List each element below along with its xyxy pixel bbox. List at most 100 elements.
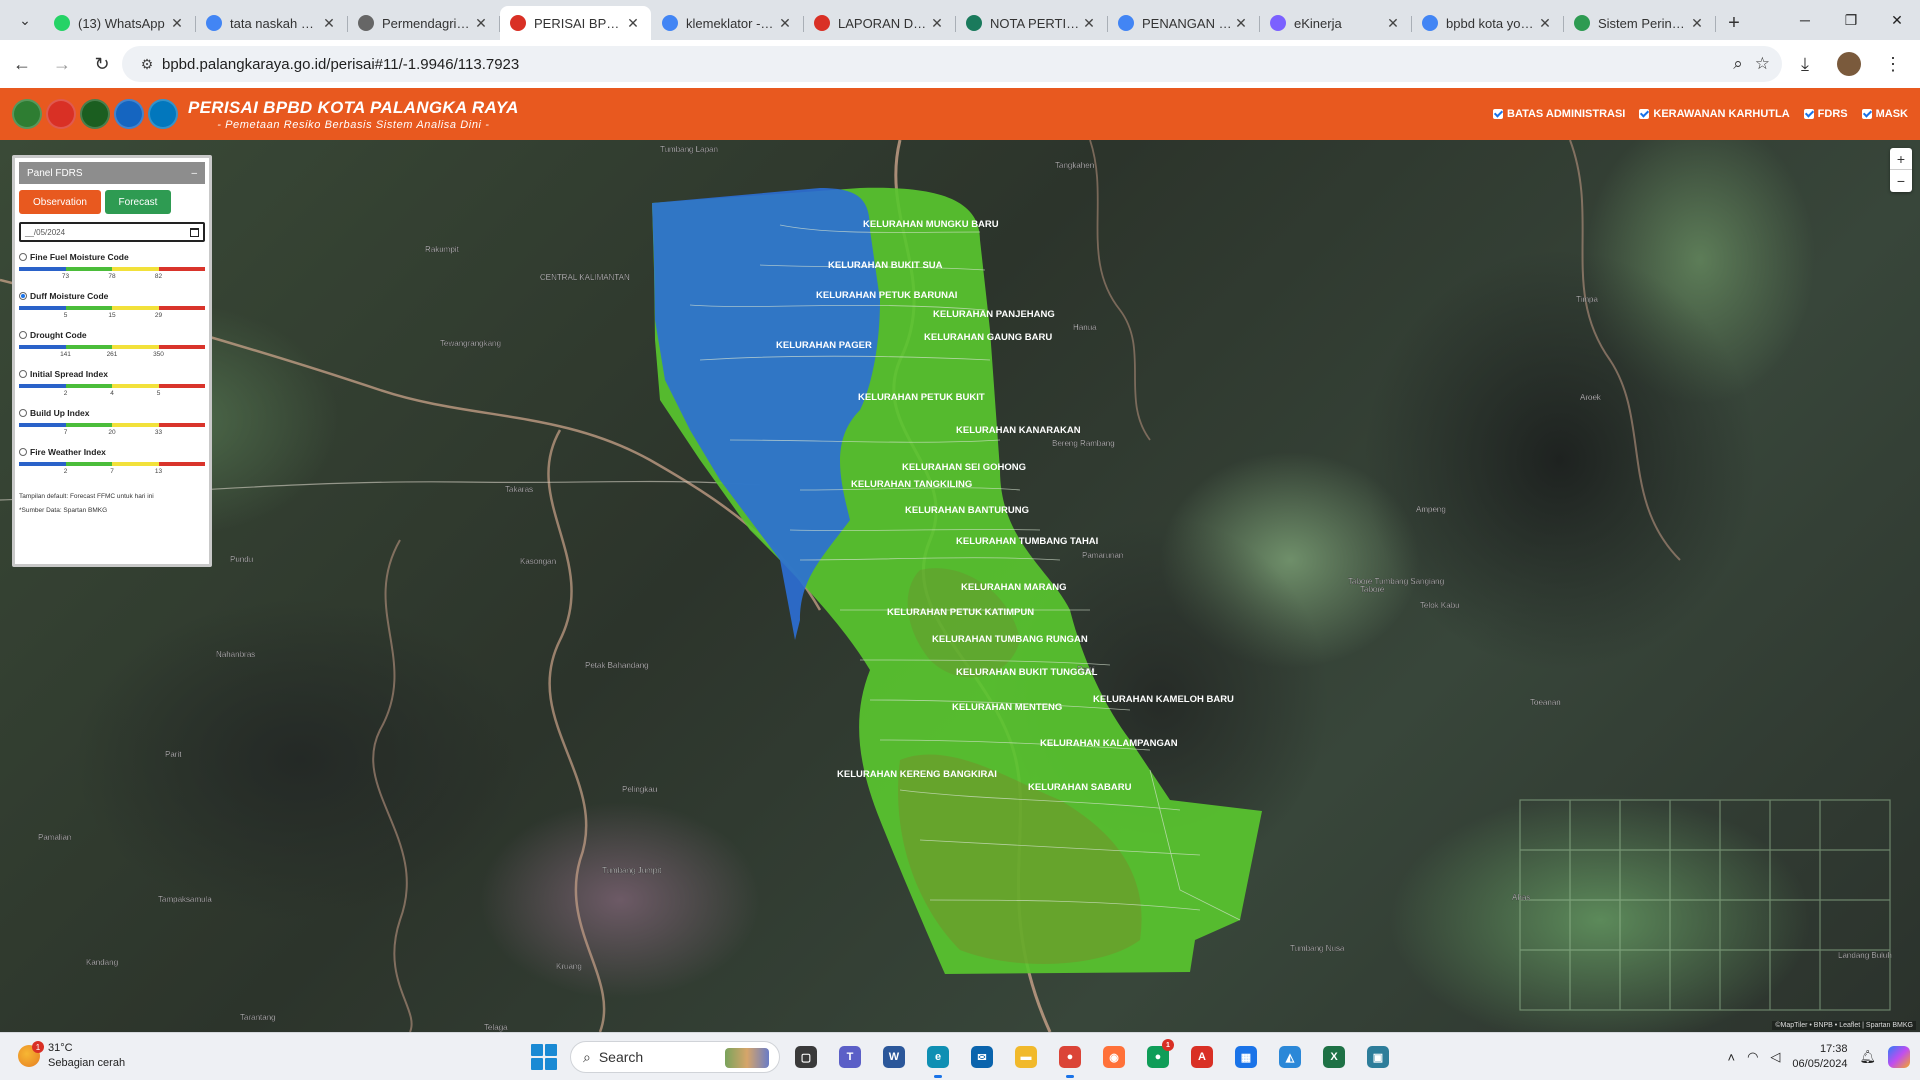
taskbar-excel[interactable]: X (1316, 1039, 1352, 1075)
radio-button[interactable] (19, 292, 27, 300)
notification-bell-icon[interactable]: 🔔︎ (1859, 1049, 1876, 1065)
panel-collapse-button[interactable]: – (191, 168, 197, 179)
url-text[interactable]: bpbd.palangkaraya.go.id/perisai#11/-1.99… (162, 56, 519, 73)
layer-toggle[interactable]: BATAS ADMINISTRASI (1493, 108, 1625, 120)
radio-button[interactable] (19, 331, 27, 339)
minimize-icon[interactable]: ─ (1782, 0, 1828, 40)
close-tab-icon[interactable]: ✕ (1385, 15, 1401, 32)
close-window-icon[interactable]: ✕ (1874, 0, 1920, 40)
zoom-in-button[interactable]: + (1890, 148, 1912, 170)
taskbar-mail[interactable]: ✉ (964, 1039, 1000, 1075)
kelurahan-label[interactable]: KELURAHAN KANARAKAN (956, 425, 1081, 436)
taskbar-chrome[interactable]: ● (1052, 1039, 1088, 1078)
weather-widget[interactable]: 1 31°C Sebagian cerah (18, 1041, 125, 1071)
kelurahan-label[interactable]: KELURAHAN MUNGKU BARU (863, 219, 999, 230)
kelurahan-label[interactable]: KELURAHAN PETUK KATIMPUN (887, 607, 1034, 618)
radio-button[interactable] (19, 409, 27, 417)
back-arrow-icon[interactable]: ← (4, 46, 40, 82)
close-tab-icon[interactable]: ✕ (1689, 15, 1705, 32)
kelurahan-label[interactable]: KELURAHAN KALAMPANGAN (1040, 738, 1178, 749)
browser-tab[interactable]: Permendagri No ✕ (348, 6, 500, 40)
bookmark-star-icon[interactable]: ☆ (1755, 54, 1770, 74)
close-tab-icon[interactable]: ✕ (777, 15, 793, 32)
reload-icon[interactable]: ↻ (84, 46, 120, 82)
kelurahan-label[interactable]: KELURAHAN PAGER (776, 340, 872, 351)
taskbar-search[interactable]: ⌕ Search (570, 1041, 780, 1073)
taskbar-chrome-profile[interactable]: ● 1 (1140, 1039, 1176, 1075)
browser-tab[interactable]: tata naskah dinas✕ (196, 6, 348, 40)
map-attribution[interactable]: ©MapTiler • BNPB • Leaflet | Spartan BMK… (1772, 1021, 1916, 1030)
taskbar-photos[interactable]: ◭ (1272, 1039, 1308, 1075)
close-tab-icon[interactable]: ✕ (625, 15, 641, 32)
close-tab-icon[interactable]: ✕ (1537, 15, 1553, 32)
calendar-icon[interactable] (190, 227, 199, 237)
observation-button[interactable]: Observation (19, 190, 101, 214)
browser-tab[interactable]: NOTA PERTIMBANGAN✕ (956, 6, 1108, 40)
kelurahan-label[interactable]: KELURAHAN SEI GOHONG (902, 462, 1026, 473)
clock[interactable]: 17:38 06/05/2024 (1792, 1042, 1847, 1072)
site-info-icon[interactable]: ⚙ (132, 56, 162, 73)
taskbar-word[interactable]: W (876, 1039, 912, 1075)
browser-tab[interactable]: (13) WhatsApp ✕ (44, 6, 196, 40)
taskbar-calendar[interactable]: ▦ (1228, 1039, 1264, 1075)
restore-icon[interactable]: ❐ (1828, 0, 1874, 40)
radio-button[interactable] (19, 448, 27, 456)
fdrs-index-option[interactable]: Duff Moisture Code 5 15 29 (19, 291, 205, 320)
forward-arrow-icon[interactable]: → (44, 46, 80, 82)
radio-button[interactable] (19, 253, 27, 261)
browser-tab[interactable]: PENANGAN BENCANA✕ (1108, 6, 1260, 40)
chevron-up-icon[interactable]: ˄ (1727, 1050, 1735, 1065)
browser-tab[interactable]: klemeklator - Penelusuran✕ (652, 6, 804, 40)
new-tab-button[interactable]: + (1716, 6, 1752, 40)
kelurahan-label[interactable]: KELURAHAN TANGKILING (851, 479, 972, 490)
volume-icon[interactable]: ◁ (1770, 1049, 1780, 1065)
date-input[interactable]: __/05/2024 (19, 222, 205, 242)
taskbar-edge[interactable]: e (920, 1039, 956, 1078)
fdrs-index-option[interactable]: Fire Weather Index 2 7 13 (19, 447, 205, 476)
checkbox-checked-icon[interactable] (1861, 109, 1872, 119)
close-tab-icon[interactable]: ✕ (169, 15, 185, 32)
close-tab-icon[interactable]: ✕ (321, 15, 337, 32)
fdrs-index-option[interactable]: Build Up Index 7 20 33 (19, 408, 205, 437)
forecast-button[interactable]: Forecast (105, 190, 171, 214)
start-button[interactable] (526, 1039, 562, 1075)
browser-tab[interactable]: LAPORAN DATA ✕ (804, 6, 956, 40)
close-tab-icon[interactable]: ✕ (929, 15, 945, 32)
taskbar-teams[interactable]: T (832, 1039, 868, 1075)
browser-tab[interactable]: Sistem Peringatan✕ (1564, 6, 1716, 40)
browser-tab[interactable]: eKinerja ✕ (1260, 6, 1412, 40)
zoom-out-button[interactable]: − (1890, 170, 1912, 192)
checkbox-checked-icon[interactable] (1493, 109, 1504, 119)
wifi-icon[interactable]: ◠ (1747, 1049, 1758, 1065)
taskbar-task-view[interactable]: ▢ (788, 1039, 824, 1075)
layer-toggle[interactable]: FDRS (1803, 108, 1848, 120)
browser-tab[interactable]: bpbd kota yogyakarta✕ (1412, 6, 1564, 40)
map-canvas[interactable]: Tumbang Lapan Rakumpit Tangkahen CENTRAL KA… (0, 140, 1920, 1032)
kelurahan-label[interactable]: KELURAHAN PETUK BUKIT (858, 392, 985, 403)
fdrs-index-option[interactable]: Initial Spread Index 2 4 5 (19, 369, 205, 398)
checkbox-checked-icon[interactable] (1803, 109, 1814, 119)
close-tab-icon[interactable]: ✕ (1081, 15, 1097, 32)
kelurahan-label[interactable]: KELURAHAN SABARU (1028, 782, 1132, 793)
fdrs-index-option[interactable]: Fine Fuel Moisture Code 73 78 82 (19, 252, 205, 281)
kelurahan-label[interactable]: KELURAHAN TUMBANG TAHAI (956, 536, 1098, 547)
taskbar-acrobat[interactable]: A (1184, 1039, 1220, 1075)
kelurahan-label[interactable]: KELURAHAN BANTURUNG (905, 505, 1029, 516)
taskbar-firefox[interactable]: ◉ (1096, 1039, 1132, 1075)
radio-button[interactable] (19, 370, 27, 378)
kelurahan-label[interactable]: KELURAHAN BUKIT TUNGGAL (956, 667, 1098, 678)
kelurahan-label[interactable]: KELURAHAN PANJEHANG (933, 309, 1055, 320)
browser-tab[interactable]: PERISAI BPBD Kota✕ (500, 6, 651, 40)
copilot-icon[interactable] (1888, 1046, 1910, 1068)
kelurahan-label[interactable]: KELURAHAN PETUK BARUNAI (816, 290, 957, 301)
kelurahan-label[interactable]: KELURAHAN GAUNG BARU (924, 332, 1052, 343)
taskbar-remote-desktop[interactable]: ▣ (1360, 1039, 1396, 1075)
checkbox-checked-icon[interactable] (1639, 109, 1650, 119)
profile-avatar[interactable] (1832, 47, 1866, 81)
layer-toggle[interactable]: KERAWANAN KARHUTLA (1639, 108, 1790, 120)
kelurahan-label[interactable]: KELURAHAN KAMELOH BARU (1093, 694, 1234, 705)
map-svg[interactable]: Tumbang Lapan Rakumpit Tangkahen CENTRAL KA… (0, 140, 1920, 1032)
menu-kebab-icon[interactable]: ⋮ (1876, 47, 1910, 81)
layer-toggle[interactable]: MASK (1861, 108, 1908, 120)
kelurahan-label[interactable]: KELURAHAN TUMBANG RUNGAN (932, 634, 1088, 645)
